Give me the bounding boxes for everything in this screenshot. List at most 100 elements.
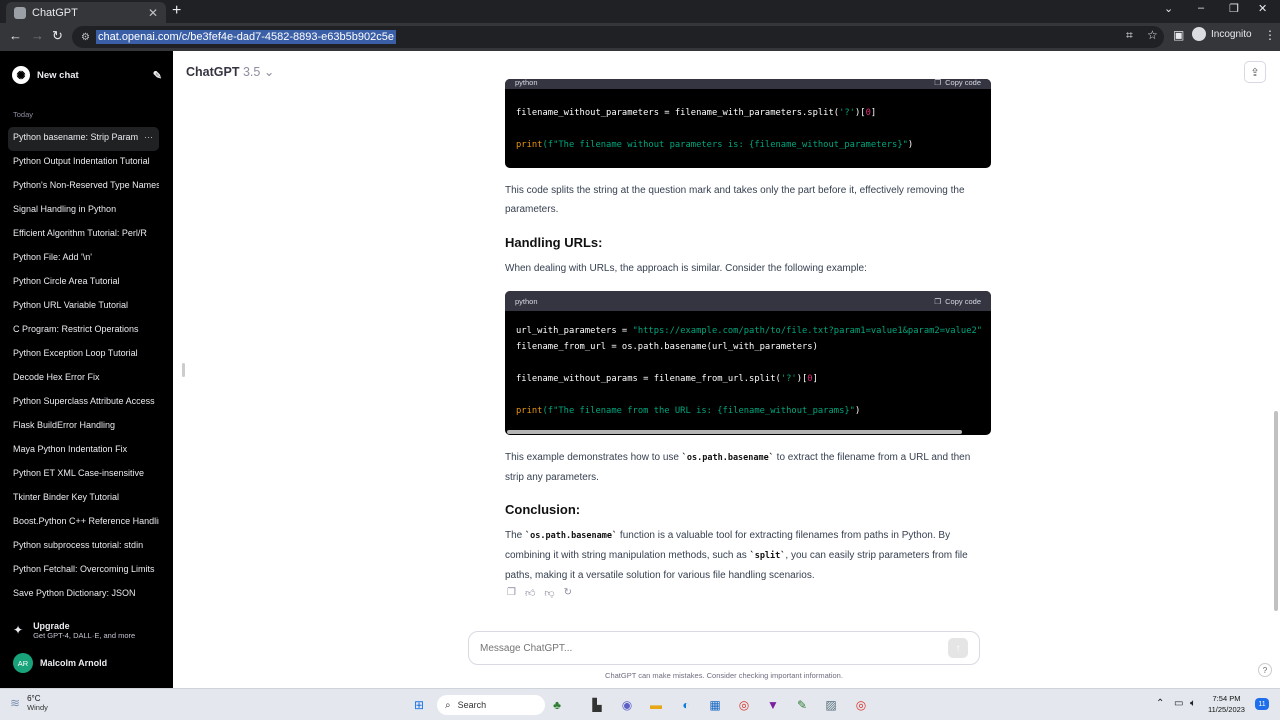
share-icon[interactable]: ⇪ (1244, 61, 1266, 83)
app-icon[interactable]: ▼ (764, 696, 782, 714)
widgets-icon[interactable]: ♣ (548, 696, 566, 714)
window-close-icon[interactable]: ✕ (1258, 2, 1267, 15)
help-icon[interactable]: ? (1258, 663, 1272, 677)
new-chat-button[interactable]: ✺ New chat ✎ (12, 65, 162, 85)
chat-history-item[interactable]: Python subprocess tutorial: stdin (8, 535, 159, 559)
chat-history-item[interactable]: Python ET XML Case-insensitive (8, 463, 159, 487)
address-bar[interactable]: ⚙ chat.openai.com/c/be3fef4e-dad7-4582-8… (72, 26, 1164, 48)
clipboard-icon: ❐ (934, 296, 942, 306)
send-icon[interactable]: ↑ (948, 638, 968, 658)
url-text[interactable]: chat.openai.com/c/be3fef4e-dad7-4582-889… (95, 30, 396, 44)
network-icon[interactable]: ▭ (1174, 698, 1183, 709)
taskbar-search-label: Search (457, 700, 487, 710)
chat-history-item[interactable]: Boost.Python C++ Reference Handling (8, 511, 159, 535)
clipboard-icon: ❐ (934, 79, 942, 87)
chat-history-label: Python Circle Area Tutorial (13, 276, 120, 286)
chat-history-item[interactable]: Python URL Variable Tutorial (8, 295, 159, 319)
browser-menu-icon[interactable]: ⋮ (1264, 28, 1276, 42)
thumbs-up-icon[interactable]: 👍︎ (525, 587, 535, 599)
chat-history-label: C Program: Restrict Operations (13, 324, 139, 334)
install-app-icon[interactable]: ⌗ (1126, 28, 1133, 43)
chat-history-item[interactable]: Python Output Indentation Tutorial (8, 151, 159, 175)
sparkle-icon: ✦ (13, 623, 24, 637)
history-section-today: Today (13, 110, 34, 119)
message-input[interactable] (480, 642, 948, 654)
forward-icon[interactable]: → (31, 28, 44, 43)
site-info-icon[interactable]: ⚙ (81, 32, 90, 43)
code-line: print(f"The filename from the URL is: {f… (516, 406, 861, 416)
weather-widget[interactable]: ≋ 6°C Windy (10, 694, 48, 712)
wind-icon: ≋ (10, 696, 21, 710)
code-horizontal-scrollbar[interactable] (507, 430, 962, 434)
app-icon[interactable]: ▨ (822, 696, 840, 714)
chat-history-item[interactable]: Efficient Algorithm Tutorial: Perl/R (8, 223, 159, 247)
chat-history-item[interactable]: Python basename: Strip Param ··· (8, 127, 159, 151)
copy-code-button[interactable]: ❐ Copy code (934, 297, 981, 306)
chat-history-item[interactable]: Decode Hex Error Fix (8, 367, 159, 391)
regenerate-icon[interactable]: ↻ (564, 587, 572, 599)
sidebar-resize-handle[interactable] (182, 363, 185, 377)
browser-tab[interactable]: ChatGPT ✕ (6, 2, 166, 23)
incognito-label: Incognito (1211, 28, 1252, 40)
windows-start-icon[interactable]: ⊞ (410, 696, 428, 714)
chat-main: ChatGPT 3.5 ⌄ ⇪ python ❐ Copy code filena… (173, 51, 1280, 688)
more-options-icon[interactable]: ··· (140, 127, 153, 147)
copy-code-button[interactable]: ❐ Copy code (934, 79, 981, 87)
incognito-indicator[interactable]: Incognito (1192, 27, 1252, 41)
volume-icon[interactable]: 🔈︎ (1190, 698, 1196, 709)
edge-icon[interactable]: ◐ (677, 696, 695, 714)
chat-history-item[interactable]: Maya Python Indentation Fix (8, 439, 159, 463)
user-menu[interactable]: AR Malcolm Arnold (13, 653, 107, 673)
store-icon[interactable]: ▦ (706, 696, 724, 714)
notepad-icon[interactable]: ✎ (793, 696, 811, 714)
minimize-icon[interactable]: – (1198, 2, 1204, 14)
chat-history-item[interactable]: Save Python Dictionary: JSON (8, 583, 159, 607)
chat-history-item[interactable]: Python Circle Area Tutorial (8, 271, 159, 295)
chat-history-item[interactable]: Python File: Add '\n' (8, 247, 159, 271)
vertical-scrollbar[interactable] (1274, 411, 1278, 611)
upgrade-title: Upgrade (33, 621, 70, 631)
clock[interactable]: 7:54 PM 11/25/2023 (1208, 693, 1245, 715)
tab-close-icon[interactable]: ✕ (148, 6, 158, 20)
copy-icon[interactable]: ❐ (507, 587, 516, 599)
chat-history-item[interactable]: Python Fetchall: Overcoming Limits (8, 559, 159, 583)
chat-icon[interactable]: ◉ (618, 696, 636, 714)
search-icon: ⌕ (445, 699, 451, 711)
upgrade-subtitle: Get GPT-4, DALL·E, and more (33, 631, 136, 640)
thumbs-down-icon[interactable]: 👎︎ (544, 587, 554, 599)
chat-history-item[interactable]: Python's Non-Reserved Type Names (8, 175, 159, 199)
reload-icon[interactable]: ↻ (52, 28, 63, 44)
taskbar-search[interactable]: ⌕ Search (437, 695, 545, 715)
chat-history-item[interactable]: Tkinter Binder Key Tutorial (8, 487, 159, 511)
new-tab-button[interactable]: + (172, 2, 181, 20)
chat-history-item[interactable]: C Program: Restrict Operations (8, 319, 159, 343)
inline-code: `split` (749, 551, 786, 561)
upgrade-button[interactable]: ✦ Upgrade Get GPT-4, DALL·E, and more (13, 621, 135, 640)
chevron-up-icon[interactable]: ⌃ (1156, 698, 1164, 709)
user-name: Malcolm Arnold (40, 658, 108, 668)
copy-code-label: Copy code (945, 79, 981, 87)
file-explorer-icon[interactable]: ▬ (647, 696, 665, 714)
edit-icon[interactable]: ✎ (153, 69, 162, 82)
back-icon[interactable]: ← (9, 28, 22, 43)
inline-code: `os.path.basename` (681, 453, 774, 463)
chat-history-label: Efficient Algorithm Tutorial: Perl/R (13, 228, 147, 238)
chat-history-label: Tkinter Binder Key Tutorial (13, 492, 120, 502)
chat-history-item[interactable]: Python Superclass Attribute Access (8, 391, 159, 415)
chrome-icon[interactable]: ◎ (735, 696, 753, 714)
side-panel-icon[interactable]: ▣ (1173, 28, 1184, 42)
chat-history-item[interactable]: Python Exception Loop Tutorial (8, 343, 159, 367)
chrome-active-icon[interactable]: ◎ (852, 696, 870, 714)
chat-history-item[interactable]: Flask BuildError Handling (8, 415, 159, 439)
restore-icon[interactable]: ❐ (1229, 2, 1239, 15)
task-view-icon[interactable]: ▙ (588, 696, 606, 714)
model-selector[interactable]: ChatGPT 3.5 ⌄ (186, 64, 274, 79)
code-line: url_with_parameters = "https://example.c… (516, 326, 983, 336)
chatgpt-favicon-icon (14, 6, 26, 19)
chat-history-item[interactable]: Signal Handling in Python (8, 199, 159, 223)
tab-title: ChatGPT (32, 6, 78, 19)
notification-badge[interactable]: 11 (1255, 698, 1269, 710)
tab-search-icon[interactable]: ⌄ (1164, 2, 1173, 15)
bookmark-star-icon[interactable]: ☆ (1147, 28, 1158, 42)
chat-history-label: Boost.Python C++ Reference Handling (13, 516, 159, 526)
